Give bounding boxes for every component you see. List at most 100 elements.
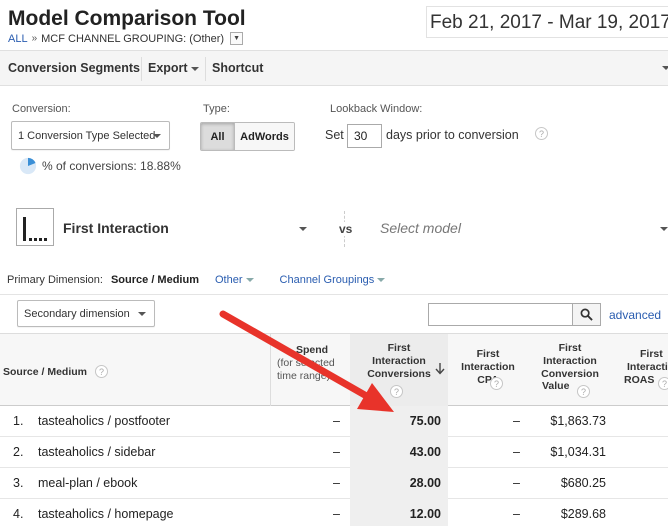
chevron-down-icon [245, 278, 254, 283]
shortcut-button[interactable]: Shortcut [212, 61, 263, 75]
advanced-filter-link[interactable]: advanced [609, 308, 661, 322]
row-conversion-value: $289.68 [560, 507, 606, 521]
column-spend-sublabel: (for selected time range) [277, 356, 335, 382]
chevron-down-icon [190, 66, 199, 71]
row-spend: – [333, 476, 340, 490]
table-row[interactable]: 4. tasteaholics / homepage – 12.00 – $28… [0, 499, 668, 526]
row-spend: – [333, 445, 340, 459]
dimension-channel-groupings-link[interactable]: Channel Groupings [280, 274, 386, 286]
chevron-down-icon [138, 311, 146, 316]
table-row[interactable]: 1. tasteaholics / postfooter – 75.00 – $… [0, 406, 668, 437]
pie-chart-icon [19, 157, 37, 175]
section-divider [0, 294, 668, 295]
column-spend-label: Spend [295, 344, 329, 356]
model-1-name[interactable]: First Interaction [63, 220, 169, 236]
row-number: 2. [13, 445, 24, 459]
row-cpa: – [513, 414, 520, 428]
conversion-type-value: 1 Conversion Type Selected [18, 129, 156, 142]
vs-label: vs [338, 222, 354, 236]
column-roas-line2: Interaction [627, 360, 668, 373]
breadcrumb-current: MCF CHANNEL GROUPING: (Other) [41, 32, 225, 45]
table-row[interactable]: 2. tasteaholics / sidebar – 43.00 – $1,0… [0, 437, 668, 468]
help-icon[interactable]: ? [577, 385, 590, 398]
export-button[interactable]: Export [148, 61, 199, 75]
help-icon[interactable]: ? [490, 377, 503, 390]
lookback-days-input[interactable]: 30 [347, 124, 382, 148]
table-row[interactable]: 3. meal-plan / ebook – 28.00 – $680.25 [0, 468, 668, 499]
search-button[interactable] [572, 303, 601, 326]
type-all-button[interactable]: All [201, 123, 234, 150]
column-header-source-medium[interactable]: Source / Medium [3, 366, 87, 379]
row-conversions: 43.00 [350, 437, 448, 468]
column-cpa-line2: Interaction [461, 360, 515, 373]
column-header-spend[interactable]: Spend (for selected time range) [277, 344, 347, 382]
conversion-label: Conversion: [12, 103, 71, 115]
row-conversions: 12.00 [350, 499, 448, 526]
row-conversions: 75.00 [350, 406, 448, 437]
conversion-segments-button[interactable]: Conversion Segments [8, 61, 140, 75]
percent-of-conversions-label: % of conversions: 18.88% [42, 159, 181, 173]
help-icon[interactable]: ? [535, 127, 548, 140]
column-conv-line2: Interaction [372, 354, 426, 367]
breadcrumb-dropdown-button[interactable]: ▼ [230, 32, 244, 45]
dimension-other-label: Other [215, 274, 243, 286]
type-adwords-button[interactable]: AdWords [234, 123, 294, 150]
row-number: 4. [13, 507, 24, 521]
row-source-medium-link[interactable]: tasteaholics / postfooter [38, 414, 170, 428]
row-spend: – [333, 414, 340, 428]
help-icon[interactable]: ? [95, 365, 108, 378]
column-value-line4: Value [542, 380, 570, 393]
column-header-first-interaction-conversion-value[interactable]: First Interaction Conversion Value [535, 342, 605, 393]
row-spend: – [333, 507, 340, 521]
breadcrumb-all-link[interactable]: ALL [8, 33, 28, 45]
column-cpa-line3: CPA [477, 373, 499, 386]
column-value-line3: Conversion [541, 367, 599, 380]
column-header-first-interaction-cpa[interactable]: First Interaction CPA [455, 348, 521, 386]
breadcrumb-separator: » [31, 33, 38, 44]
set-label: Set [325, 128, 344, 142]
dimension-other-link[interactable]: Other [215, 274, 254, 286]
column-divider [270, 333, 271, 406]
model-2-select[interactable]: Select model [380, 220, 461, 236]
row-number: 1. [13, 414, 24, 428]
row-cpa: – [513, 507, 520, 521]
primary-dimension-bar: Primary Dimension: Source / Medium Other… [7, 274, 386, 286]
secondary-dimension-label: Secondary dimension [24, 307, 130, 320]
table-search-input[interactable] [428, 303, 573, 326]
row-source-medium-link[interactable]: tasteaholics / homepage [38, 507, 174, 521]
sort-descending-icon[interactable] [435, 363, 445, 375]
row-cpa: – [513, 445, 520, 459]
row-conversion-value: $1,863.73 [550, 414, 606, 428]
row-cpa: – [513, 476, 520, 490]
dimension-source-medium[interactable]: Source / Medium [111, 274, 199, 286]
column-conv-line1: First [387, 342, 411, 354]
chevron-down-icon[interactable] [662, 66, 668, 70]
toolbar-divider [205, 57, 206, 81]
help-icon[interactable]: ? [390, 385, 403, 398]
help-icon[interactable]: ? [658, 377, 668, 390]
type-toggle-group: All AdWords [200, 122, 295, 151]
model-first-interaction-icon [16, 208, 54, 246]
date-range-picker[interactable]: Feb 21, 2017 - Mar 19, 2017 [426, 6, 668, 38]
row-source-medium-link[interactable]: meal-plan / ebook [38, 476, 137, 490]
model-1-dropdown-icon[interactable] [299, 227, 307, 231]
column-value-line1: First [558, 342, 582, 354]
dimension-channel-groupings-label: Channel Groupings [279, 274, 375, 286]
lookback-window-label: Lookback Window: [330, 103, 423, 115]
row-conversion-value: $1,034.31 [550, 445, 606, 459]
column-cpa-line1: First [476, 348, 500, 360]
row-source-medium-link[interactable]: tasteaholics / sidebar [38, 445, 155, 459]
conversion-type-select[interactable]: 1 Conversion Type Selected [11, 121, 170, 150]
breadcrumb: ALL » MCF CHANNEL GROUPING: (Other) ▼ [8, 32, 244, 45]
type-label: Type: [203, 103, 230, 115]
column-source-label: Source / Medium [3, 366, 88, 378]
model-2-dropdown-icon[interactable] [660, 227, 668, 231]
page-title: Model Comparison Tool [8, 7, 246, 30]
row-conversions: 28.00 [350, 468, 448, 499]
column-roas-line1: First [640, 348, 663, 360]
column-value-line2: Interaction [543, 354, 597, 367]
days-prior-label: days prior to conversion [386, 128, 519, 142]
column-conv-line3: Conversions [367, 367, 431, 380]
secondary-dimension-select[interactable]: Secondary dimension [17, 300, 155, 327]
search-icon [580, 308, 593, 321]
